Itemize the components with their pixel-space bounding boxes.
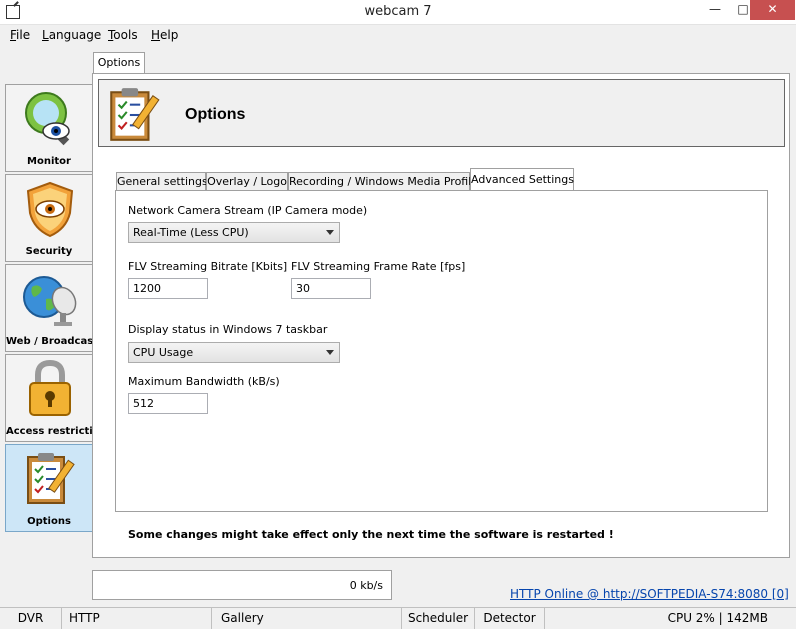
options-page: Options General settings Overlay / Logo … <box>92 73 790 558</box>
menu-language-label: anguage <box>48 28 102 42</box>
chevron-down-icon <box>326 350 334 355</box>
settings-tabs: General settings Overlay / Logo Recordin… <box>116 168 776 192</box>
taskbar-status-value: CPU Usage <box>133 346 194 359</box>
sidebar-item-label: Monitor <box>27 156 71 167</box>
status-scheduler[interactable]: Scheduler <box>402 608 475 629</box>
sidebar-item-monitor[interactable]: Monitor <box>5 84 93 172</box>
options-header: Options <box>98 79 785 147</box>
globe-dish-icon <box>23 276 77 326</box>
padlock-icon <box>29 359 71 416</box>
stream-mode-label: Network Camera Stream (IP Camera mode) <box>128 204 368 217</box>
page-title: Options <box>185 106 246 123</box>
menu-tools[interactable]: Tools <box>108 28 138 42</box>
menu-bar: File Language Tools Help <box>0 26 796 46</box>
sidebar-item-security[interactable]: Security <box>5 174 93 262</box>
menu-help-label: elp <box>160 28 179 42</box>
status-cpu: CPU 2% | 142MB <box>667 611 768 625</box>
http-status-link[interactable]: HTTP Online @ http://SOFTPEDIA-S74:8080 … <box>510 587 789 601</box>
menu-file-label: ile <box>16 28 31 42</box>
sidebar-item-label: Security <box>25 246 73 257</box>
menu-tools-label: ools <box>113 28 138 42</box>
taskbar-status-label: Display status in Windows 7 taskbar <box>128 323 328 336</box>
stream-mode-select[interactable]: Real-Time (Less CPU) <box>128 222 340 243</box>
title-bar: webcam 7 — □ ✕ <box>0 0 796 25</box>
bitrate-label: FLV Streaming Bitrate [Kbits] <box>128 260 288 273</box>
taskbar-status-select[interactable]: CPU Usage <box>128 342 340 363</box>
minimize-button[interactable]: — <box>701 0 729 20</box>
monitor-eye-icon <box>25 92 70 146</box>
status-dvr[interactable]: DVR <box>0 608 62 629</box>
close-button[interactable]: ✕ <box>750 0 795 20</box>
sidebar-item-label: Web / Broadcast <box>6 336 98 347</box>
bandwidth-input[interactable]: 512 <box>128 393 208 414</box>
sidebar-item-label: Access restriction <box>6 426 107 437</box>
shield-eye-icon <box>26 181 74 238</box>
tab-general-settings[interactable]: General settings <box>116 172 208 191</box>
tab-options-outer[interactable]: Options <box>93 52 145 74</box>
menu-help[interactable]: Help <box>151 28 178 42</box>
sidebar-item-access-restriction[interactable]: Access restriction <box>5 354 107 442</box>
menu-file[interactable]: File <box>10 28 30 42</box>
menu-language-accel: L <box>42 28 49 42</box>
tab-overlay-logo[interactable]: Overlay / Logo <box>206 172 288 191</box>
framerate-input[interactable]: 30 <box>291 278 371 299</box>
tab-advanced-settings[interactable]: Advanced Settings <box>470 168 574 191</box>
tab-recording-profiles[interactable]: Recording / Windows Media Profiles <box>288 172 484 191</box>
bitrate-input[interactable]: 1200 <box>128 278 208 299</box>
framerate-label: FLV Streaming Frame Rate [fps] <box>291 260 466 273</box>
clipboard-checklist-icon <box>27 453 75 504</box>
advanced-settings-panel: Network Camera Stream (IP Camera mode) R… <box>115 190 768 512</box>
sidebar-item-label: Options <box>27 516 71 527</box>
status-http[interactable]: HTTP <box>62 608 212 629</box>
throughput-box: 0 kb/s <box>92 570 392 600</box>
sidebar: Monitor Security Web / Broadcast Access … <box>5 84 107 532</box>
menu-language[interactable]: Language <box>42 28 101 42</box>
window-title: webcam 7 <box>364 4 432 19</box>
menu-help-accel: H <box>151 28 161 42</box>
status-detector[interactable]: Detector <box>475 608 545 629</box>
chevron-down-icon <box>326 230 334 235</box>
bandwidth-label: Maximum Bandwidth (kB/s) <box>128 375 280 388</box>
sidebar-item-options[interactable]: Options <box>5 444 93 532</box>
stream-mode-value: Real-Time (Less CPU) <box>133 226 249 239</box>
throughput-value: 0 kb/s <box>349 579 383 592</box>
restart-notice: Some changes might take effect only the … <box>128 528 614 541</box>
status-bar: DVR HTTP Gallery Scheduler Detector CPU … <box>0 607 796 629</box>
sidebar-item-web-broadcast[interactable]: Web / Broadcast <box>5 264 98 352</box>
status-gallery[interactable]: Gallery <box>212 608 402 629</box>
clipboard-checklist-icon <box>110 88 160 141</box>
